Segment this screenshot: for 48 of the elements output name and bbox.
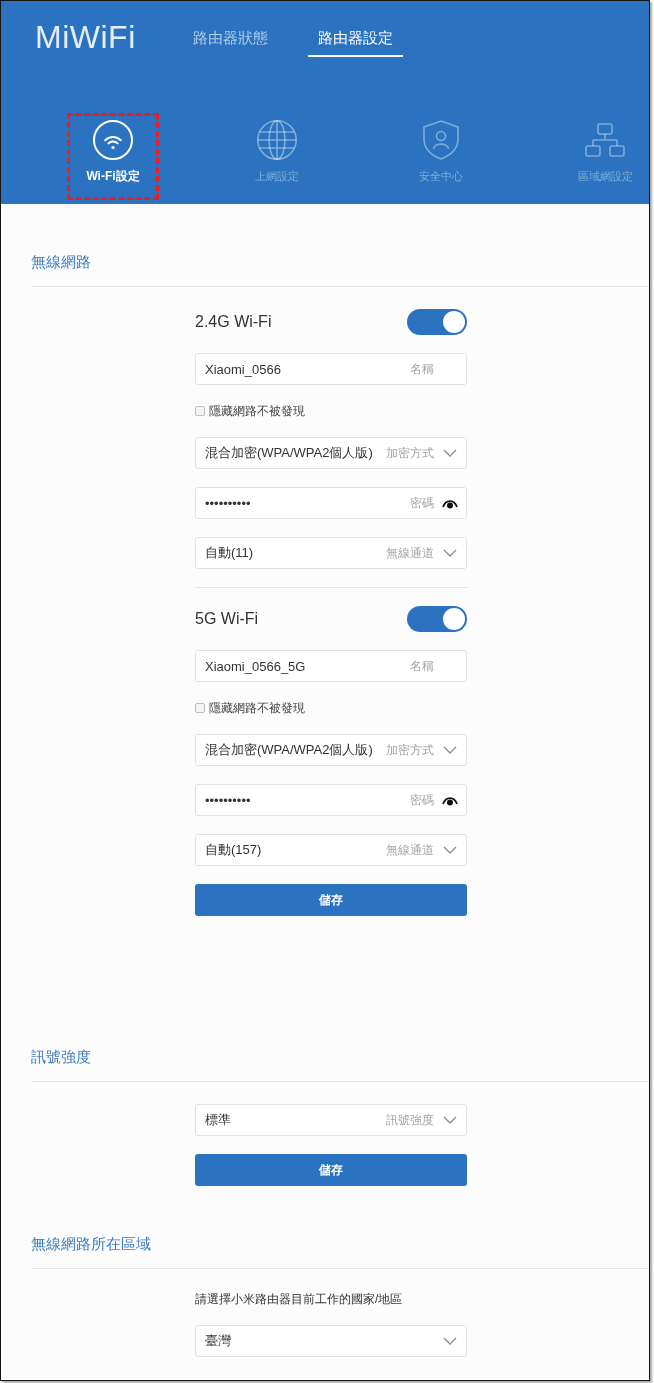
- checkbox[interactable]: [195, 406, 205, 416]
- chevron-down-icon: [443, 846, 457, 854]
- text-field[interactable]: Xiaomi_0566_5G 名稱: [195, 650, 467, 682]
- eye-icon[interactable]: [442, 794, 458, 806]
- field-label: 無線通道: [386, 841, 434, 859]
- section-title: 訊號強度: [31, 1047, 91, 1067]
- save-button[interactable]: 儲存: [195, 1154, 467, 1186]
- password-field[interactable]: •••••••••• 密碼: [195, 487, 467, 519]
- field-label: 無線通道: [386, 544, 434, 562]
- dropdown[interactable]: 標準 訊號強度: [195, 1104, 467, 1136]
- password-field[interactable]: •••••••••• 密碼: [195, 784, 467, 816]
- dropdown[interactable]: 自動(157) 無線通道: [195, 834, 467, 866]
- chevron-down-icon: [443, 1337, 457, 1345]
- logo: MiWiFi: [35, 19, 136, 55]
- toggle-switch[interactable]: [407, 606, 467, 632]
- section-title: 無線網路: [31, 252, 91, 272]
- field-label: 名稱: [410, 657, 434, 675]
- checkbox-label: 隱藏網路不被發現: [209, 700, 305, 716]
- eye-icon[interactable]: [442, 497, 458, 509]
- band-title: 5G Wi-Fi: [195, 609, 259, 629]
- toggle-switch[interactable]: [407, 309, 467, 335]
- field-label: 密碼: [410, 494, 434, 512]
- band-title: 2.4G Wi-Fi: [195, 312, 272, 332]
- save-button[interactable]: 儲存: [195, 884, 467, 916]
- text-field[interactable]: Xiaomi_0566 名稱: [195, 353, 467, 385]
- dropdown[interactable]: 臺灣: [195, 1325, 467, 1357]
- globe-icon: [257, 120, 297, 160]
- chevron-down-icon: [443, 549, 457, 557]
- dropdown[interactable]: 混合加密(WPA/WPA2個人版) 加密方式: [195, 734, 467, 766]
- settings-tab[interactable]: Wi-Fi設定: [67, 113, 159, 200]
- field-label: 名稱: [410, 360, 434, 378]
- section-title: 無線網路所在區域: [31, 1234, 151, 1254]
- shield-user-icon: [423, 120, 459, 160]
- dropdown[interactable]: 混合加密(WPA/WPA2個人版) 加密方式: [195, 437, 467, 469]
- chevron-down-icon: [443, 746, 457, 754]
- field-label: 訊號強度: [386, 1111, 434, 1129]
- dropdown[interactable]: 自動(11) 無線通道: [195, 537, 467, 569]
- checkbox[interactable]: [195, 703, 205, 713]
- network-tree-icon: [585, 123, 625, 157]
- checkbox-label: 隱藏網路不被發現: [209, 403, 305, 419]
- field-label: 密碼: [410, 791, 434, 809]
- wifi-icon: [93, 120, 133, 160]
- field-label: 加密方式: [386, 741, 434, 759]
- field-label: 加密方式: [386, 444, 434, 462]
- chevron-down-icon: [443, 1116, 457, 1124]
- region-prompt: 請選擇小米路由器目前工作的國家/地區: [195, 1291, 404, 1307]
- nav-tab[interactable]: 路由器設定: [308, 29, 403, 57]
- chevron-down-icon: [443, 449, 457, 457]
